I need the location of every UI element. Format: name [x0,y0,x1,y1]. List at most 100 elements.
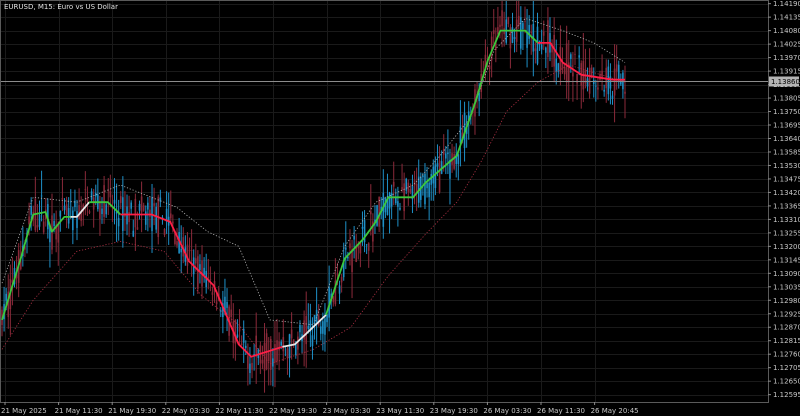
candle-body [578,55,580,58]
candle-body [117,217,120,227]
candle-body [57,224,60,243]
candle-body [251,362,253,370]
price-tick-label: 1.12760 [773,351,800,359]
candle-body [101,208,103,215]
candle-body [307,325,310,329]
candle-body [240,343,243,346]
candle-body [209,279,212,280]
price-tick-label: 1.12870 [773,324,800,332]
candle-body [597,87,599,90]
candle-body [319,326,322,334]
candle-body [226,302,228,308]
candle-body [534,48,537,52]
price-chart[interactable]: 1.14190 1.14135 1.14080 1.14025 1.13970 1.139… [0,0,800,416]
price-tick-label: 1.12815 [773,337,800,345]
candle-body [53,220,55,227]
candle-body [340,277,343,283]
candle-body [90,191,93,200]
time-tick-label: 26 May 03:30 [483,407,531,415]
candle-body [615,64,618,72]
candle-body [299,324,301,333]
price-tick-label: 1.13695 [773,122,800,130]
candle-body [203,267,205,275]
candle-body [326,314,328,323]
candle-body [188,250,191,252]
candle-body [126,206,128,225]
symbol-title: EURUSD, M15: Euro vs US Dollar [4,3,118,11]
lower-band-line [1,64,626,365]
price-axis[interactable]: 1.14190 1.14135 1.14080 1.14025 1.13970 1.139… [768,0,800,399]
price-tick-label: 1.13145 [773,256,800,264]
candle-body [180,248,182,253]
candle-body [447,152,449,155]
price-tick-label: 1.13200 [773,243,800,251]
candle-body [336,274,339,276]
candle-body [501,10,503,27]
candle-body [28,216,30,225]
candle-body [149,209,151,217]
candle-body [436,163,439,167]
price-tick-label: 1.12705 [773,364,800,372]
candle-body [399,207,401,210]
candle-body [249,363,251,374]
candle-body [78,205,80,220]
candle-body [607,66,610,95]
candle-body [276,340,278,362]
time-tick-label: 22 May 19:30 [269,407,317,415]
candle-body [426,182,428,189]
candle-body [457,154,460,165]
candle-body [176,241,178,246]
chart-window[interactable]: 1.14190 1.14135 1.14080 1.14025 1.13970 1.139… [0,0,800,416]
candle-body [613,68,616,96]
candle-body [378,196,380,227]
time-tick-label: 23 May 03:30 [323,407,371,415]
candle-body [65,204,68,215]
candle-body [603,89,605,92]
candle-body [555,58,558,73]
candle-body [367,243,370,251]
price-tick-label: 1.13915 [773,68,800,76]
candle-body [413,180,416,186]
candle-body [561,62,564,69]
candle-body [136,227,139,230]
candle-body [134,198,137,228]
candle-body [520,17,522,49]
time-tick-label: 22 May 11:30 [215,407,263,415]
candle-body [278,341,280,351]
candle-body [280,341,283,346]
candle-body [230,309,232,318]
price-tick-label: 1.13420 [773,189,800,197]
candle-body [269,338,272,370]
time-tick-label: 23 May 11:30 [376,407,424,415]
time-tick-label: 21 May 19:30 [108,407,156,415]
price-tick-label: 1.13475 [773,175,800,183]
candle-body [38,214,41,227]
candle-body [153,203,155,206]
candle-body [392,181,395,187]
candle-body [290,329,293,339]
candle-body [247,355,249,369]
candle-body [361,226,364,229]
candle-body [42,221,45,233]
candle-body [609,76,612,89]
candle-body [242,328,245,343]
candle-body [261,359,264,364]
candle-body [144,211,147,225]
candle-body [61,198,64,200]
price-tick-label: 1.13530 [773,162,800,170]
candle-body [511,27,514,43]
candle-body [86,197,89,202]
candle-body [211,292,214,295]
price-tick-label: 1.13365 [773,202,800,210]
candle-body [130,202,132,209]
candle-body [611,95,614,99]
candle-body [407,182,410,193]
candle-body [128,211,130,223]
time-axis[interactable]: 21 May 2025 21 May 11:30 21 May 19:30 22 Ma… [1,402,639,415]
candle-body [113,199,116,204]
price-tick-label: 1.12925 [773,310,800,318]
candle-body [244,345,247,349]
price-tick-label: 1.13585 [773,148,800,156]
candle-body [586,78,589,87]
candle-body [595,85,597,87]
